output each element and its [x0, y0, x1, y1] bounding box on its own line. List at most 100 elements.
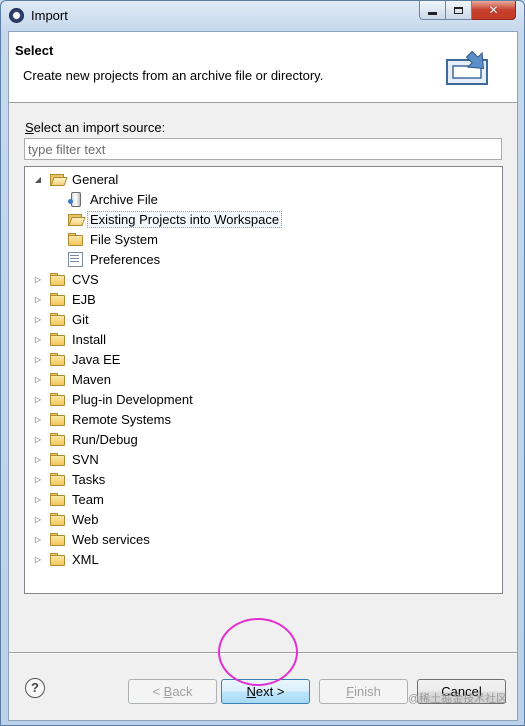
folder-icon: [49, 372, 65, 386]
tree-item[interactable]: Existing Projects into Workspace: [61, 209, 283, 229]
tree-item[interactable]: ▷ Team: [33, 489, 106, 509]
page-description: Create new projects from an archive file…: [23, 68, 324, 83]
expand-arrow-icon[interactable]: ▷: [33, 354, 43, 364]
import-dialog: Import ✕ Select Create new projects from…: [0, 0, 525, 726]
tree-item-label: Web: [72, 511, 99, 527]
expand-arrow-icon[interactable]: ▷: [33, 334, 43, 344]
tree-item-label: Preferences: [90, 251, 161, 267]
folder-icon: [49, 292, 65, 306]
tree-item-label: Run/Debug: [72, 431, 138, 447]
import-source-label: Select an import source:: [25, 120, 166, 135]
back-button[interactable]: < Back: [128, 679, 217, 704]
folder-icon: [49, 272, 65, 286]
expand-arrow-icon[interactable]: ▷: [33, 534, 43, 544]
footer-divider: [9, 652, 517, 654]
minimize-icon: [428, 11, 437, 15]
tree-item-label: Team: [72, 491, 104, 507]
folder-icon: [49, 452, 65, 466]
tree-item-label: Web services: [72, 531, 150, 547]
tree-item-label: Remote Systems: [72, 411, 171, 427]
preferences-icon: [67, 252, 83, 267]
tree-item[interactable]: ▷ Java EE: [33, 349, 122, 369]
tree-item[interactable]: ▷ Web services: [33, 529, 152, 549]
tree-item[interactable]: ▷ Remote Systems: [33, 409, 173, 429]
window-controls: ✕: [419, 1, 516, 21]
folder-icon: [49, 412, 65, 426]
close-button[interactable]: ✕: [472, 1, 516, 20]
button-bar: ? < Back Next > Finish Cancel: [9, 652, 517, 720]
tree-item[interactable]: ▷ XML: [33, 549, 101, 569]
tree-item[interactable]: ▷ Git: [33, 309, 91, 329]
expand-arrow-icon[interactable]: ▷: [33, 474, 43, 484]
tree-item[interactable]: ▷ Web: [33, 509, 101, 529]
expand-arrow-icon[interactable]: ▷: [33, 274, 43, 284]
finish-button[interactable]: Finish: [319, 679, 408, 704]
folder-icon: [49, 332, 65, 346]
expand-arrow-icon[interactable]: ▷: [33, 314, 43, 324]
dialog-body: Select Create new projects from an archi…: [8, 31, 518, 721]
tree-item[interactable]: ▷ Run/Debug: [33, 429, 140, 449]
expand-arrow-icon[interactable]: ▷: [33, 374, 43, 384]
eclipse-app-icon: [9, 8, 24, 23]
expand-arrow-icon[interactable]: ▷: [33, 414, 43, 424]
tree-item[interactable]: Archive File: [61, 189, 160, 209]
tree-item[interactable]: ▷ EJB: [33, 289, 98, 309]
folder-icon: [49, 512, 65, 526]
filter-input[interactable]: [24, 138, 502, 160]
tree-item-label: Tasks: [72, 471, 106, 487]
tree-item-label: XML: [72, 551, 99, 567]
tree-item-label: EJB: [72, 291, 96, 307]
tree-item[interactable]: ▷ Maven: [33, 369, 113, 389]
tree-item[interactable]: ▷ Install: [33, 329, 108, 349]
close-icon: ✕: [488, 3, 499, 17]
folder-icon: [49, 312, 65, 326]
folder-open-icon: [49, 172, 65, 186]
tree-item[interactable]: ▷ Tasks: [33, 469, 107, 489]
tree-item-label: Java EE: [72, 351, 121, 367]
minimize-button[interactable]: [419, 1, 446, 20]
maximize-icon: [454, 6, 463, 14]
folder-icon: [49, 472, 65, 486]
tree-item-label: Existing Projects into Workspace: [87, 210, 283, 228]
folder-icon: [49, 552, 65, 566]
expand-arrow-icon[interactable]: ▷: [33, 454, 43, 464]
expand-arrow-icon[interactable]: ▷: [33, 434, 43, 444]
expand-arrow-icon[interactable]: ▷: [33, 294, 43, 304]
maximize-button[interactable]: [446, 1, 472, 20]
wizard-header: Select Create new projects from an archi…: [9, 32, 517, 103]
title-bar[interactable]: Import ✕: [1, 1, 524, 31]
import-wizard-banner-icon: [446, 50, 488, 85]
import-source-tree[interactable]: ◢ General Archive File Existing Projects in…: [24, 166, 503, 594]
archive-jar-icon: [67, 192, 83, 207]
folder-icon: [49, 392, 65, 406]
expand-arrow-icon[interactable]: ▷: [33, 494, 43, 504]
folder-icon: [49, 492, 65, 506]
tree-item-label: Archive File: [90, 191, 158, 207]
tree-item-label: General: [72, 171, 119, 187]
tree-item-label: Install: [72, 331, 106, 347]
folder-icon: [49, 532, 65, 546]
tree-item-label: Plug-in Development: [72, 391, 193, 407]
watermark-text: @稀土掘金技术社区: [408, 693, 508, 705]
page-title: Select: [15, 43, 54, 58]
tree-item[interactable]: ▷ SVN: [33, 449, 101, 469]
expand-arrow-icon[interactable]: ▷: [33, 394, 43, 404]
window-title: Import: [31, 8, 68, 23]
folder-icon: [67, 232, 83, 246]
tree-item-label: Git: [72, 311, 89, 327]
open-folder-icon: [67, 212, 83, 226]
expand-arrow-icon[interactable]: ▷: [33, 514, 43, 524]
tree-item-label: SVN: [72, 451, 99, 467]
expand-arrow-icon[interactable]: ▷: [33, 554, 43, 564]
folder-icon: [49, 432, 65, 446]
tree-item[interactable]: File System: [61, 229, 160, 249]
tree-item-label: File System: [90, 231, 158, 247]
tree-item[interactable]: Preferences: [61, 249, 162, 269]
tree-item[interactable]: ▷ Plug-in Development: [33, 389, 195, 409]
tree-item[interactable]: ◢ General: [33, 169, 120, 189]
collapse-arrow-icon[interactable]: ◢: [33, 174, 43, 184]
tree-item-label: CVS: [72, 271, 99, 287]
next-button[interactable]: Next >: [221, 679, 310, 704]
help-button[interactable]: ?: [25, 678, 45, 698]
tree-item[interactable]: ▷ CVS: [33, 269, 101, 289]
